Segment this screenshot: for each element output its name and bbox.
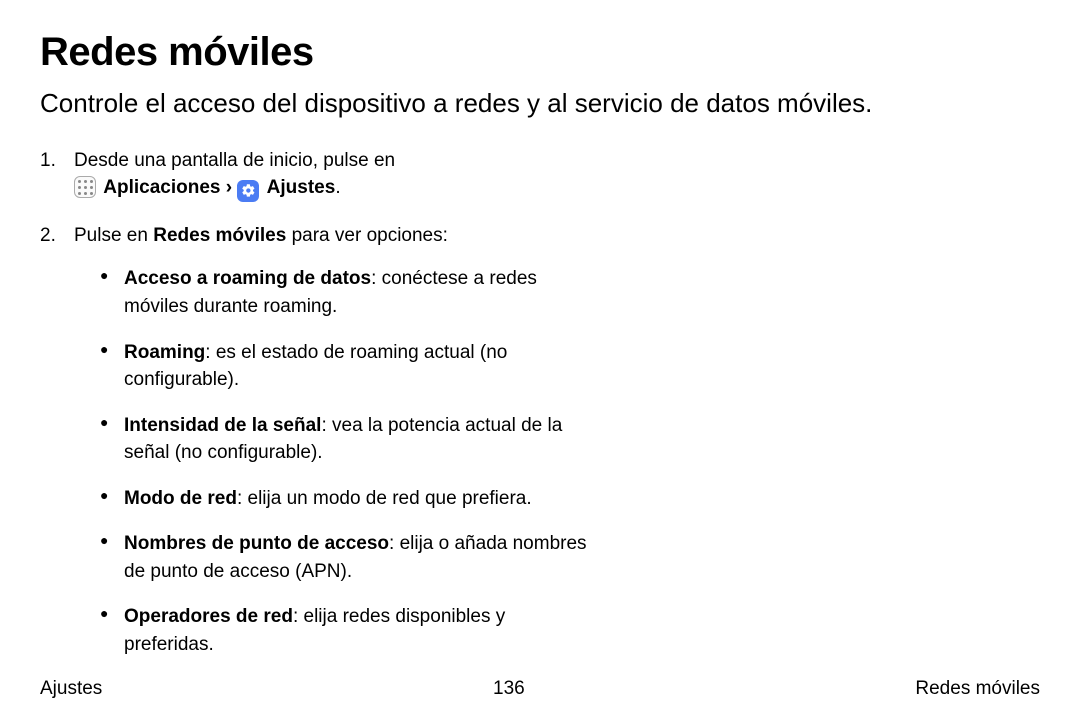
step-2: Pulse en Redes móviles para ver opciones… bbox=[40, 222, 600, 659]
list-item: Intensidad de la señal: vea la potencia … bbox=[100, 412, 600, 467]
option-term: Nombres de punto de acceso bbox=[124, 533, 389, 554]
list-item: Acceso a roaming de datos: conéctese a r… bbox=[100, 265, 600, 320]
gear-icon bbox=[237, 180, 259, 202]
list-item: Operadores de red: elija redes disponibl… bbox=[100, 603, 600, 658]
footer-page-number: 136 bbox=[493, 678, 525, 700]
step-2-bold: Redes móviles bbox=[153, 225, 286, 246]
footer-left: Ajustes bbox=[40, 678, 102, 700]
content-body: Desde una pantalla de inicio, pulse en A… bbox=[40, 147, 600, 659]
option-term: Operadores de red bbox=[124, 606, 293, 627]
option-desc: : elija un modo de red que prefiera. bbox=[237, 488, 532, 509]
apps-label: Aplicaciones bbox=[103, 177, 220, 198]
option-term: Modo de red bbox=[124, 488, 237, 509]
page-title: Redes móviles bbox=[40, 30, 1040, 75]
settings-label: Ajustes bbox=[267, 177, 336, 198]
option-term: Roaming bbox=[124, 342, 205, 363]
step-1-pre: Desde una pantalla de inicio, pulse en bbox=[74, 150, 395, 171]
list-item: Modo de red: elija un modo de red que pr… bbox=[100, 485, 600, 513]
option-term: Acceso a roaming de datos bbox=[124, 268, 371, 289]
step-2-post: para ver opciones: bbox=[286, 225, 448, 246]
page-footer: Ajustes 136 Redes móviles bbox=[40, 678, 1040, 700]
page-subtitle: Controle el acceso del dispositivo a red… bbox=[40, 87, 1040, 121]
list-item: Nombres de punto de acceso: elija o añad… bbox=[100, 530, 600, 585]
step-1: Desde una pantalla de inicio, pulse en A… bbox=[40, 147, 600, 202]
step-1-period: . bbox=[335, 177, 340, 198]
apps-grid-icon bbox=[74, 176, 96, 198]
steps-list: Desde una pantalla de inicio, pulse en A… bbox=[40, 147, 600, 659]
chevron-right-icon: › bbox=[226, 177, 232, 198]
option-term: Intensidad de la señal bbox=[124, 415, 321, 436]
step-2-pre: Pulse en bbox=[74, 225, 153, 246]
options-list: Acceso a roaming de datos: conéctese a r… bbox=[74, 265, 600, 658]
list-item: Roaming: es el estado de roaming actual … bbox=[100, 339, 600, 394]
footer-right: Redes móviles bbox=[915, 678, 1040, 700]
